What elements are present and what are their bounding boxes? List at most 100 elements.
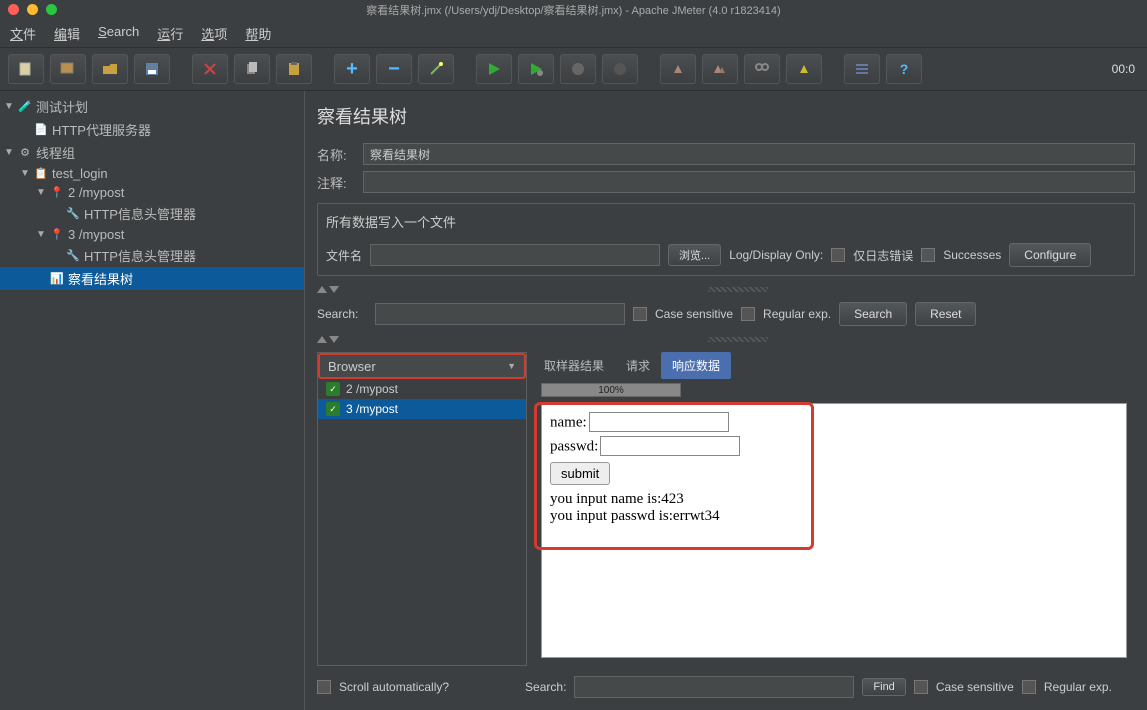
- result-item-2[interactable]: ✓ 2 /mypost: [318, 379, 526, 399]
- filename-input[interactable]: [370, 244, 660, 266]
- resp-passwd-input[interactable]: [600, 436, 740, 456]
- wrench-icon: 🔧: [66, 207, 80, 221]
- tree-item-controller[interactable]: ▼📋test_login: [0, 164, 304, 183]
- copy-icon[interactable]: [234, 54, 270, 84]
- filename-label: 文件名: [326, 247, 362, 264]
- resp-submit-button[interactable]: submit: [550, 462, 610, 485]
- resp-name-input[interactable]: [589, 412, 729, 432]
- clear-all-icon[interactable]: [702, 54, 738, 84]
- menu-edit[interactable]: 编辑: [54, 24, 80, 43]
- configure-button[interactable]: Configure: [1009, 243, 1091, 267]
- menu-run[interactable]: 运行: [157, 24, 183, 43]
- tab-sampler-result[interactable]: 取样器结果: [533, 352, 615, 379]
- tab-response-data[interactable]: 响应数据: [661, 352, 731, 379]
- errors-only-checkbox[interactable]: [831, 248, 845, 262]
- expand-toggle-icon[interactable]: ▼: [4, 147, 14, 158]
- tree-item-sampler-2[interactable]: ▼📍2 /mypost: [0, 183, 304, 202]
- maximize-window-icon[interactable]: [46, 4, 57, 15]
- results-icon: 📊: [50, 272, 64, 286]
- start-no-pause-icon[interactable]: [518, 54, 554, 84]
- regex-label: Regular exp.: [763, 307, 831, 321]
- reset-button[interactable]: Reset: [915, 302, 976, 326]
- clear-icon[interactable]: [660, 54, 696, 84]
- tree-item-results-tree[interactable]: 📊察看结果树: [0, 267, 304, 290]
- wrench-icon: 🔧: [66, 249, 80, 263]
- list-icon[interactable]: [844, 54, 880, 84]
- renderer-dropdown[interactable]: Browser ▼: [318, 353, 526, 379]
- name-label: 名称:: [317, 145, 357, 164]
- search-icon[interactable]: [744, 54, 780, 84]
- bottom-case-checkbox[interactable]: [914, 680, 928, 694]
- menu-search[interactable]: Search: [98, 24, 139, 43]
- menu-file[interactable]: 文件: [10, 24, 36, 43]
- tree-item-header-3[interactable]: 🔧 HTTP信息头管理器: [0, 244, 304, 267]
- progress-text: 100%: [542, 384, 680, 398]
- results-list-pane: Browser ▼ ✓ 2 /mypost ✓ 3 /mypost: [317, 352, 527, 666]
- menu-bar: 文件 编辑 Search 运行 选项 帮助: [0, 20, 1147, 48]
- response-pane-container: 取样器结果 请求 响应数据 100% name: passwd: submit: [533, 352, 1135, 666]
- remove-icon[interactable]: −: [376, 54, 412, 84]
- expand-toggle-icon[interactable]: ▼: [36, 187, 46, 198]
- close-window-icon[interactable]: [8, 4, 19, 15]
- paste-icon[interactable]: [276, 54, 312, 84]
- tree-item-threadgroup[interactable]: ▼⚙线程组: [0, 141, 304, 164]
- window-title: 察看结果树.jmx (/Users/ydj/Desktop/察看结果树.jmx)…: [8, 2, 1139, 18]
- file-output-title: 所有数据写入一个文件: [326, 212, 1126, 231]
- name-input[interactable]: [363, 143, 1135, 165]
- bottom-search-input[interactable]: [574, 676, 854, 698]
- add-icon[interactable]: +: [334, 54, 370, 84]
- bottom-case-label: Case sensitive: [936, 680, 1014, 694]
- tree-label: 3 /mypost: [68, 227, 124, 242]
- minimize-window-icon[interactable]: [27, 4, 38, 15]
- expand-toggle-icon[interactable]: ▼: [20, 168, 30, 179]
- resp-output-line2: you input passwd is:errwt34: [550, 508, 1118, 525]
- elapsed-time: 00:0: [1112, 62, 1139, 76]
- result-item-3[interactable]: ✓ 3 /mypost: [318, 399, 526, 419]
- save-icon[interactable]: [134, 54, 170, 84]
- result-label: 3 /mypost: [346, 402, 398, 416]
- errors-only-label: 仅日志错误: [853, 247, 913, 264]
- splitter-handle-top[interactable]: [317, 282, 1135, 296]
- splitter-handle-mid[interactable]: [317, 332, 1135, 346]
- expand-toggle-icon[interactable]: ▼: [36, 229, 46, 240]
- shutdown-icon[interactable]: [602, 54, 638, 84]
- open-file-icon[interactable]: [92, 54, 128, 84]
- new-file-icon[interactable]: [8, 54, 44, 84]
- sampler-icon: 📍: [50, 228, 64, 242]
- bottom-regex-checkbox[interactable]: [1022, 680, 1036, 694]
- tree-label: HTTP信息头管理器: [84, 246, 196, 265]
- search-button[interactable]: Search: [839, 302, 907, 326]
- cut-icon[interactable]: [192, 54, 228, 84]
- case-sensitive-checkbox[interactable]: [633, 307, 647, 321]
- function-helper-icon[interactable]: [786, 54, 822, 84]
- start-icon[interactable]: [476, 54, 512, 84]
- regex-checkbox[interactable]: [741, 307, 755, 321]
- successes-checkbox[interactable]: [921, 248, 935, 262]
- comment-input[interactable]: [363, 171, 1135, 193]
- successes-label: Successes: [943, 248, 1001, 262]
- menu-options[interactable]: 选项: [201, 24, 227, 43]
- help-icon[interactable]: ?: [886, 54, 922, 84]
- templates-icon[interactable]: [50, 54, 86, 84]
- success-icon: ✓: [326, 382, 340, 396]
- result-label: 2 /mypost: [346, 382, 398, 396]
- browse-button[interactable]: 浏览...: [668, 244, 721, 266]
- stop-icon[interactable]: [560, 54, 596, 84]
- scroll-auto-label: Scroll automatically?: [339, 680, 449, 694]
- tree-item-header-2[interactable]: 🔧HTTP信息头管理器: [0, 202, 304, 225]
- file-output-group: 所有数据写入一个文件 文件名 浏览... Log/Display Only: 仅…: [317, 203, 1135, 276]
- case-sensitive-label: Case sensitive: [655, 307, 733, 321]
- panel-title: 察看结果树: [317, 99, 1135, 137]
- tree-item-plan[interactable]: ▼🧪测试计划: [0, 95, 304, 118]
- menu-help[interactable]: 帮助: [245, 24, 271, 43]
- scroll-auto-checkbox[interactable]: [317, 680, 331, 694]
- wand-icon[interactable]: [418, 54, 454, 84]
- chevron-down-icon: ▼: [507, 361, 516, 371]
- tree-item-sampler-3[interactable]: ▼ 📍 3 /mypost: [0, 225, 304, 244]
- search-input[interactable]: [375, 303, 625, 325]
- find-button[interactable]: Find: [862, 678, 905, 696]
- tab-request[interactable]: 请求: [615, 352, 661, 379]
- expand-toggle-icon[interactable]: ▼: [4, 101, 14, 112]
- tree-label: 线程组: [36, 143, 75, 162]
- tree-item-proxy[interactable]: 📄HTTP代理服务器: [0, 118, 304, 141]
